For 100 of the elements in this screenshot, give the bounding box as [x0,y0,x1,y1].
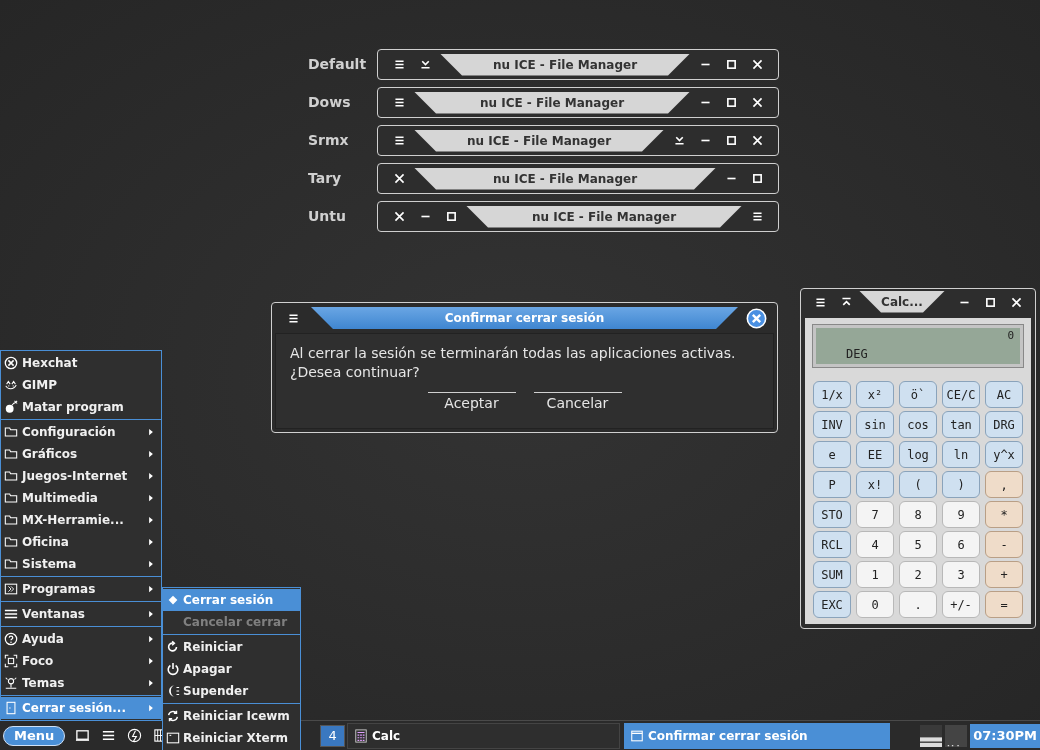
menu-item-label: MX-Herramie... [22,512,125,529]
close-icon[interactable] [1009,296,1023,309]
menu-item[interactable]: Ventanas [1,603,161,625]
calculator-key[interactable]: EXC [813,591,851,618]
menu-item[interactable]: GIMP [1,374,161,396]
maximize-icon[interactable] [724,58,738,71]
style-label: Default [308,55,368,74]
calculator-key[interactable]: ln [942,441,980,468]
calculator-key[interactable]: DRG [985,411,1023,438]
maximize-icon[interactable] [750,172,764,185]
menu-item[interactable]: Supender [163,680,300,702]
menu-icon[interactable] [286,311,300,325]
display-mode: DEG [846,345,869,363]
calculator-key[interactable]: sin [856,411,894,438]
power-icon[interactable] [127,728,143,743]
chat-icon [4,356,18,370]
calculator-key[interactable]: + [985,561,1023,588]
menu-item[interactable]: Reiniciar [163,636,300,658]
calculator-key[interactable]: 4 [856,531,894,558]
calculator-key[interactable]: = [985,591,1023,618]
dialog-button[interactable]: Cancelar [533,392,622,414]
maximize-icon[interactable] [724,96,738,109]
calculator-key[interactable]: , [985,471,1023,498]
programs-icon [4,582,18,596]
calculator-key[interactable]: x! [856,471,894,498]
chevron-down-icon[interactable] [418,58,432,71]
menu-item[interactable]: Foco [1,650,161,672]
menu-item[interactable]: Reiniciar Icewm [163,705,300,727]
menu-item[interactable]: Ayuda [1,628,161,650]
calculator-key[interactable]: ö` [899,381,937,408]
workspace-button[interactable]: 4 [320,724,346,747]
style-label: Dows [308,93,352,112]
calculator-key[interactable]: y^x [985,441,1023,468]
calculator-key[interactable]: 8 [899,501,937,528]
menu-icon[interactable] [392,96,406,109]
menu-icon[interactable] [392,58,406,71]
menu-icon[interactable] [392,134,406,147]
calculator-key[interactable]: 1 [856,561,894,588]
menu-item-label: Cancelar cerrar [183,614,288,631]
menu-item[interactable]: MX-Herramie... [1,509,161,531]
folder-icon [4,425,18,439]
close-icon[interactable] [745,307,767,329]
calculator-key[interactable]: EE [856,441,894,468]
menu-item[interactable]: Apagar [163,658,300,680]
calculator-key[interactable]: RCL [813,531,851,558]
calculator-key[interactable]: 9 [942,501,980,528]
menu-item[interactable]: Sistema [1,553,161,575]
calculator-key[interactable]: 6 [942,531,980,558]
calculator-key[interactable]: . [899,591,937,618]
menu-item[interactable]: Programas [1,578,161,600]
menu-item[interactable]: Reiniciar Xterm [163,727,300,749]
close-icon[interactable] [392,172,406,185]
chevron-down-icon[interactable] [672,134,686,147]
menu-item[interactable]: Oficina [1,531,161,553]
calculator-key[interactable]: 1/x [813,381,851,408]
calculator-key[interactable]: log [899,441,937,468]
list-icon[interactable] [101,728,117,743]
calculator-key[interactable]: ( [899,471,937,498]
close-icon[interactable] [750,134,764,147]
menu-item[interactable]: Hexchat [1,352,161,374]
calculator-key[interactable]: AC [985,381,1023,408]
maximize-icon[interactable] [983,296,997,309]
menu-icon[interactable] [750,210,764,223]
maximize-icon[interactable] [444,210,458,223]
calculator-key[interactable]: ) [942,471,980,498]
calculator-key[interactable]: cos [899,411,937,438]
calculator-key[interactable]: 7 [856,501,894,528]
menu-item[interactable]: Multimedia [1,487,161,509]
calculator-key[interactable]: CE/C [942,381,980,408]
menu-item-label: Foco [22,653,55,670]
menu-item[interactable]: Configuración [1,421,161,443]
calculator-key[interactable]: x² [856,381,894,408]
close-icon[interactable] [392,210,406,223]
dialog-button[interactable]: Aceptar [427,392,516,414]
display-value: 0 [1007,328,1014,344]
calculator-key[interactable]: * [985,501,1023,528]
calculator-key[interactable]: P [813,471,851,498]
taskbar-task[interactable]: Calc [347,722,620,749]
calculator-key[interactable]: 3 [942,561,980,588]
close-icon[interactable] [750,58,764,71]
maximize-icon[interactable] [724,134,738,147]
moon-icon [166,684,180,698]
calculator-key[interactable]: 2 [899,561,937,588]
menu-item[interactable]: Temas [1,672,161,694]
window-icon[interactable] [75,728,91,743]
calculator-key[interactable]: INV [813,411,851,438]
calculator-key[interactable]: 0 [856,591,894,618]
calculator-key[interactable]: +/- [942,591,980,618]
menu-icon[interactable] [813,296,827,309]
calculator-key[interactable]: STO [813,501,851,528]
menu-item[interactable]: Juegos-Internet [1,465,161,487]
calculator-key[interactable]: 5 [899,531,937,558]
close-icon[interactable] [750,96,764,109]
menu-item-label: Sistema [22,556,78,573]
calculator-key[interactable]: tan [942,411,980,438]
calculator-key[interactable]: SUM [813,561,851,588]
calculator-key[interactable]: e [813,441,851,468]
menu-item[interactable]: Gráficos [1,443,161,465]
calculator-key[interactable]: - [985,531,1023,558]
menu-item[interactable]: Matar program [1,396,161,418]
